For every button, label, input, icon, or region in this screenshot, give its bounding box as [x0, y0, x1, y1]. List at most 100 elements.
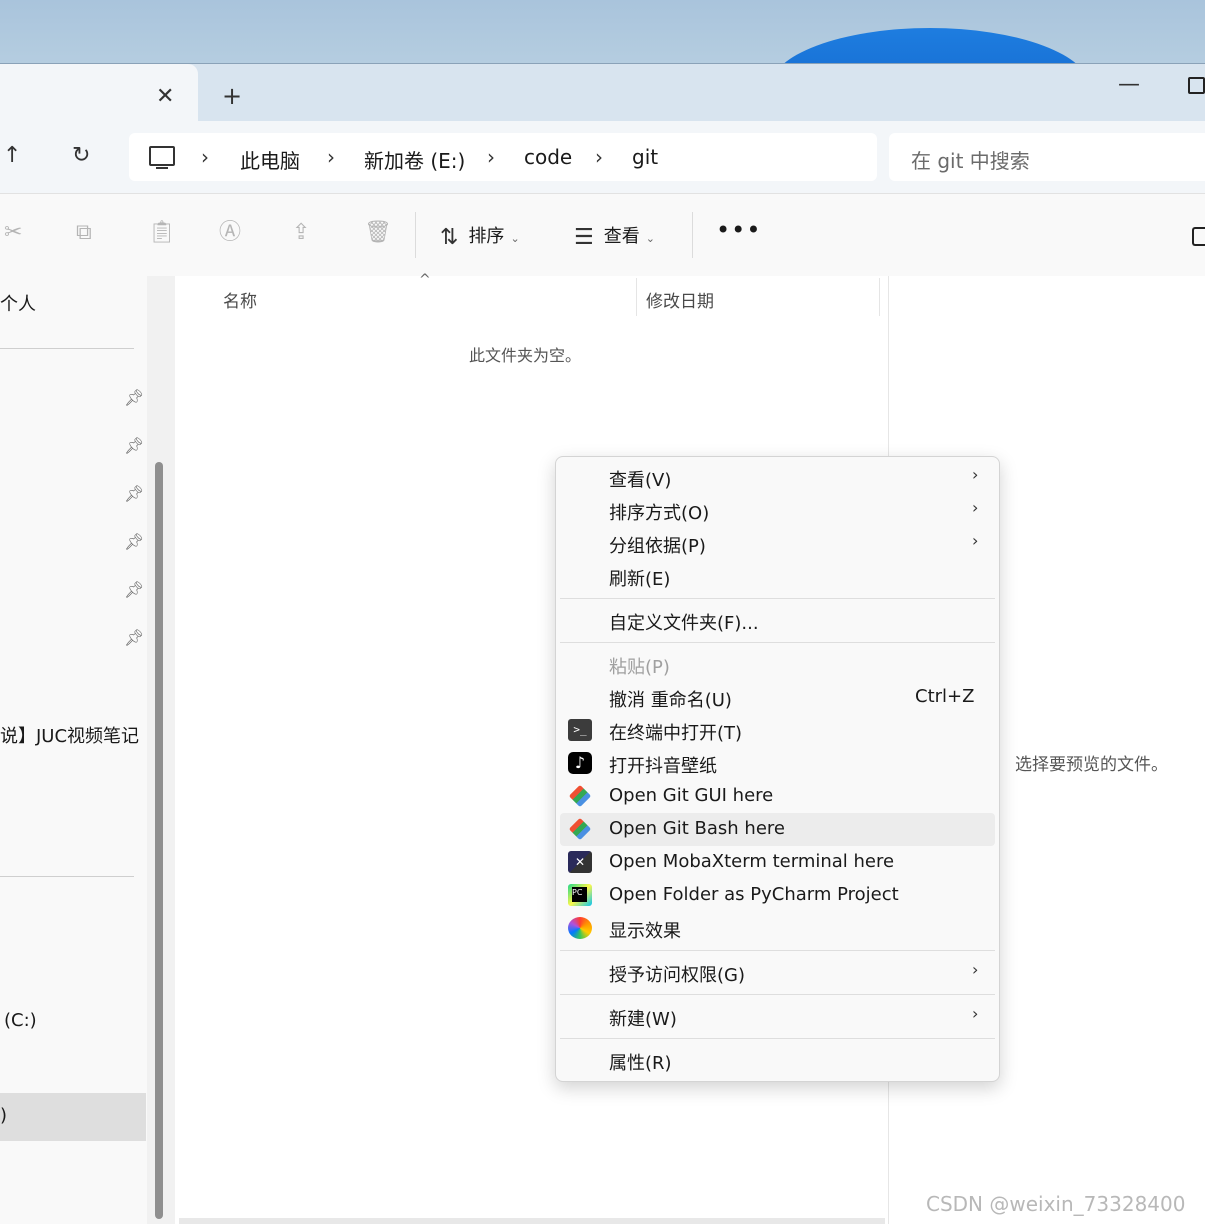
horizontal-scrollbar[interactable] [179, 1218, 885, 1224]
column-header-name[interactable]: 名称 [223, 287, 257, 327]
copy-icon[interactable]: ⧉ [76, 222, 92, 244]
menu-separator [560, 1038, 995, 1039]
menu-item-open-mobaxterm[interactable]: ✕ Open MobaXterm terminal here [560, 846, 995, 879]
watermark: CSDN @weixin_73328400 [926, 1192, 1186, 1216]
menu-item-open-in-terminal[interactable]: >_ 在终端中打开(T) [560, 714, 995, 747]
sidebar-divider [0, 348, 134, 349]
search-input[interactable]: 在 git 中搜索 [889, 133, 1205, 181]
sidebar-item-personal[interactable]: 个人 [0, 290, 36, 316]
breadcrumb-separator[interactable]: › [201, 145, 209, 169]
menu-separator [560, 950, 995, 951]
breadcrumb-drive-e[interactable]: 新加卷 (E:) [364, 145, 465, 174]
menu-item-shortcut: Ctrl+Z [915, 686, 975, 707]
chevron-right-icon: › [972, 498, 979, 517]
chevron-right-icon: › [972, 960, 979, 979]
pin-icon: 📌︎ [124, 628, 145, 647]
maximize-icon[interactable] [1188, 77, 1205, 94]
menu-item-label: 刷新(E) [609, 569, 671, 590]
menu-item-label: Open MobaXterm terminal here [609, 851, 895, 872]
menu-item-customize-folder[interactable]: 自定义文件夹(F)... [560, 604, 995, 637]
menu-item-label: Open Git GUI here [609, 785, 774, 806]
menu-item-group-by[interactable]: 分组依据(P) › [560, 527, 995, 560]
menu-item-label: 在终端中打开(T) [609, 723, 743, 744]
breadcrumb-separator[interactable]: › [487, 145, 495, 169]
sidebar-item-juc-notes[interactable]: 说】JUC视频笔记 [0, 722, 139, 748]
share-icon[interactable]: ⇪ [292, 222, 310, 244]
sidebar-scrollbar[interactable] [147, 276, 175, 1224]
git-gui-icon [568, 784, 592, 808]
breadcrumb-separator[interactable]: › [327, 145, 335, 169]
close-tab-icon[interactable]: ✕ [156, 86, 174, 108]
menu-item-label: 属性(R) [609, 1053, 672, 1074]
up-arrow-icon[interactable]: ↑ [3, 143, 21, 168]
command-toolbar: ✂ ⧉ 📋︎ Ⓐ ⇪ 🗑︎ ⇅ 排序 ⌄ ☰ 查看 ⌄ ••• [0, 193, 1205, 277]
menu-item-label: Open Git Bash here [609, 818, 785, 839]
toolbar-divider [415, 212, 416, 258]
sort-icon: ⇅ [440, 225, 459, 250]
breadcrumb-this-pc[interactable]: 此电脑 [240, 145, 300, 174]
pin-icon: 📌︎ [124, 484, 145, 503]
details-pane-icon[interactable] [1192, 227, 1205, 246]
mobaxterm-icon: ✕ [568, 851, 592, 873]
menu-item-give-access[interactable]: 授予访问权限(G) › [560, 956, 995, 989]
search-placeholder: 在 git 中搜索 [911, 149, 1030, 173]
menu-item-label: 显示效果 [609, 921, 681, 942]
pin-icon: 📌︎ [124, 580, 145, 599]
pin-icon: 📌︎ [124, 436, 145, 455]
breadcrumb-code[interactable]: code [524, 145, 572, 169]
menu-item-display-effects[interactable]: 显示效果 [560, 912, 995, 945]
column-divider[interactable] [636, 278, 637, 316]
view-list-icon: ☰ [574, 225, 594, 250]
menu-item-open-douyin-wallpaper[interactable]: ♪ 打开抖音壁纸 [560, 747, 995, 780]
paste-icon[interactable]: 📋︎ [148, 222, 176, 244]
column-header-date[interactable]: 修改日期 [646, 287, 714, 327]
preview-message: 选择要预览的文件。 [1015, 755, 1168, 775]
menu-separator [560, 994, 995, 995]
computer-icon[interactable] [149, 146, 175, 169]
minimize-icon[interactable]: — [1118, 72, 1140, 97]
chevron-right-icon: › [972, 465, 979, 484]
sort-label: 排序 [468, 226, 505, 247]
refresh-icon[interactable]: ↻ [72, 143, 90, 168]
menu-item-undo-rename[interactable]: 撤消 重命名(U) Ctrl+Z [560, 681, 995, 714]
more-options-icon[interactable]: ••• [716, 216, 761, 244]
sidebar-item-label: ) [0, 1105, 8, 1126]
pycharm-icon: PC [568, 884, 592, 906]
menu-item-new[interactable]: 新建(W) › [560, 1000, 995, 1033]
menu-item-refresh[interactable]: 刷新(E) [560, 560, 995, 593]
sort-button[interactable]: ⇅ 排序 ⌄ [440, 222, 520, 250]
chevron-down-icon: ⌄ [645, 232, 655, 245]
toolbar-divider [692, 212, 693, 258]
breadcrumb-git[interactable]: git [632, 145, 658, 169]
breadcrumb-separator[interactable]: › [595, 145, 603, 169]
column-divider[interactable] [879, 278, 880, 316]
rename-icon[interactable]: Ⓐ [219, 222, 241, 244]
address-bar[interactable]: › 此电脑 › 新加卷 (E:) › code › git [129, 133, 877, 181]
view-button[interactable]: ☰ 查看 ⌄ [574, 222, 655, 250]
sidebar-item-selected[interactable]: ) [0, 1093, 146, 1141]
cut-icon[interactable]: ✂ [4, 222, 22, 244]
sidebar-item-drive-c[interactable]: (C:) [4, 1010, 37, 1031]
menu-item-label: 授予访问权限(G) [609, 965, 745, 986]
view-label: 查看 [603, 226, 640, 247]
new-tab-button[interactable]: + [222, 84, 242, 108]
menu-item-open-pycharm[interactable]: PC Open Folder as PyCharm Project [560, 879, 995, 912]
color-effects-icon [568, 917, 592, 939]
menu-item-label: 自定义文件夹(F)... [609, 613, 759, 634]
tiktok-icon: ♪ [568, 752, 592, 774]
menu-item-label: 新建(W) [609, 1009, 677, 1030]
menu-item-view[interactable]: 查看(V) › [560, 461, 995, 494]
terminal-icon: >_ [568, 719, 592, 741]
sidebar-divider [0, 876, 134, 877]
menu-item-label: 撤消 重命名(U) [609, 690, 732, 711]
menu-item-open-git-gui[interactable]: Open Git GUI here [560, 780, 995, 813]
menu-item-properties[interactable]: 属性(R) [560, 1044, 995, 1077]
explorer-tab[interactable]: ✕ [0, 64, 198, 124]
menu-item-open-git-bash[interactable]: Open Git Bash here [560, 813, 995, 846]
pin-icon: 📌︎ [124, 388, 145, 407]
scrollbar-thumb[interactable] [155, 462, 163, 1219]
delete-icon[interactable]: 🗑︎ [364, 222, 392, 244]
menu-item-sort-by[interactable]: 排序方式(O) › [560, 494, 995, 527]
navigation-bar: ↑ ↻ › 此电脑 › 新加卷 (E:) › code › git 在 git … [0, 121, 1205, 193]
menu-item-paste: 粘贴(P) [560, 648, 995, 681]
